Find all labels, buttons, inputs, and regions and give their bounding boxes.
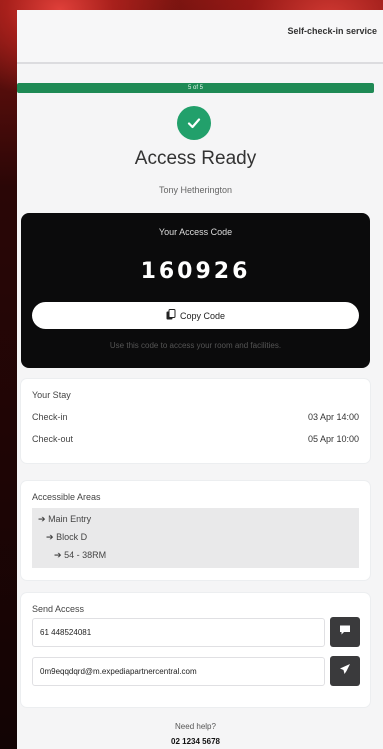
- access-code-card: Your Access Code 160926 Copy Code Use th…: [21, 213, 370, 368]
- arrow-right-icon: ➔: [54, 550, 62, 560]
- check-icon: [177, 106, 211, 140]
- page-title: Access Ready: [134, 148, 257, 169]
- area-name: 54 - 38RM: [64, 550, 107, 560]
- access-code: 160926: [140, 259, 251, 284]
- send-email-button[interactable]: [330, 656, 360, 686]
- checkin-panel: Self-check-in service 5 of 5 Access Read…: [17, 10, 383, 749]
- area-name: Block D: [56, 532, 88, 542]
- stay-title: Your Stay: [32, 390, 71, 400]
- copy-code-button[interactable]: Copy Code: [32, 302, 359, 329]
- list-item: ➔ Main Entry: [38, 514, 91, 525]
- progress-bar: 5 of 5: [17, 83, 374, 93]
- send-access-title: Send Access: [32, 604, 85, 614]
- areas-card: Accessible Areas ➔ Main Entry ➔ Block D …: [21, 481, 370, 580]
- arrow-right-icon: ➔: [46, 532, 54, 542]
- stay-card: Your Stay Check-in 03 Apr 14:00 Check-ou…: [21, 379, 370, 463]
- checkin-row: Check-in 03 Apr 14:00: [32, 412, 359, 422]
- header: Self-check-in service: [17, 10, 383, 62]
- send-access-card: Send Access 61 448524081 0m9eqqdqrd@m.ex…: [21, 593, 370, 707]
- checkout-row: Check-out 05 Apr 10:00: [32, 434, 359, 444]
- checkout-value: 05 Apr 10:00: [307, 434, 359, 444]
- copy-code-label: Copy Code: [179, 310, 226, 321]
- access-code-hint: Use this code to access your room and fa…: [109, 341, 282, 350]
- access-code-label: Your Access Code: [158, 227, 233, 237]
- checkin-value: 03 Apr 14:00: [307, 412, 359, 422]
- areas-title: Accessible Areas: [32, 492, 101, 502]
- header-divider: [17, 62, 383, 64]
- help-phone-link[interactable]: 02 1234 5678: [17, 737, 374, 746]
- list-item: ➔ 54 - 38RM: [54, 550, 106, 561]
- area-name: Main Entry: [48, 514, 92, 524]
- send-sms-button[interactable]: [330, 617, 360, 647]
- help-label: Need help?: [175, 722, 216, 731]
- checkout-label: Check-out: [32, 434, 74, 444]
- send-icon: [339, 662, 351, 680]
- header-title: Self-check-in service: [287, 26, 377, 36]
- progress-label: 5 of 5: [187, 85, 203, 91]
- guest-name: Tony Hetherington: [158, 185, 233, 195]
- list-item: ➔ Block D: [46, 532, 87, 543]
- phone-field[interactable]: 61 448524081: [32, 618, 325, 647]
- copy-icon: [166, 309, 176, 322]
- email-field[interactable]: 0m9eqqdqrd@m.expediapartnercentral.com: [32, 657, 325, 686]
- arrow-right-icon: ➔: [38, 514, 46, 524]
- sms-icon: [339, 623, 351, 641]
- checkin-label: Check-in: [32, 412, 68, 422]
- areas-list: ➔ Main Entry ➔ Block D ➔ 54 - 38RM: [32, 508, 359, 568]
